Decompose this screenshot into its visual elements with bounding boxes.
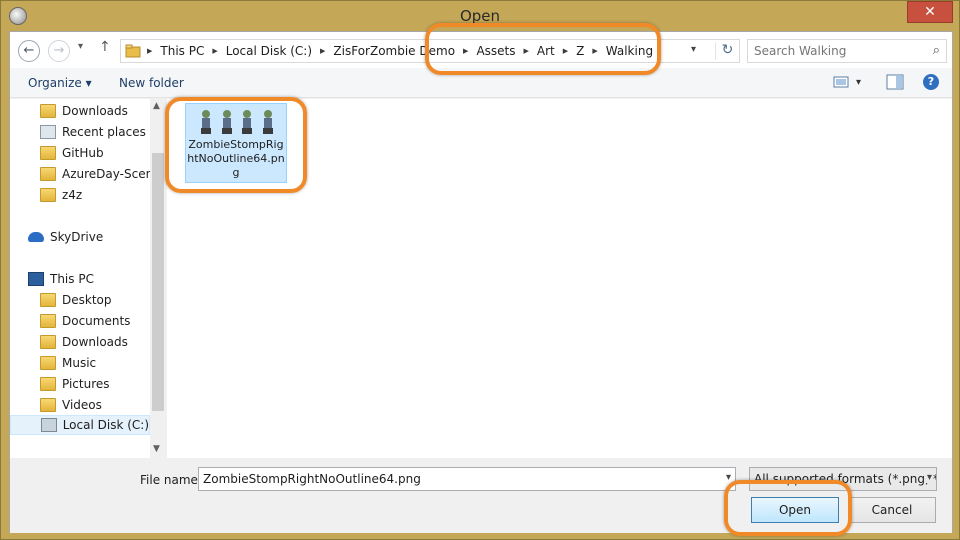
sidebar-item-downloads-pc[interactable]: Downloads bbox=[40, 332, 128, 352]
desktop-folder-icon bbox=[40, 293, 56, 307]
videos-folder-icon bbox=[40, 398, 56, 412]
sidebar-item-label: Recent places bbox=[62, 125, 146, 139]
chevron-right-icon[interactable]: ▶ bbox=[210, 47, 219, 55]
sidebar-item-z4z[interactable]: z4z bbox=[40, 185, 82, 205]
sidebar-item-label: GitHub bbox=[62, 146, 104, 160]
sidebar-item-local-disk[interactable]: Local Disk (C:) bbox=[10, 415, 150, 435]
sidebar-item-videos[interactable]: Videos bbox=[40, 395, 102, 415]
file-name-combobox[interactable]: ▾ bbox=[198, 467, 736, 491]
chevron-right-icon[interactable]: ▶ bbox=[318, 47, 327, 55]
file-name-label: File name: bbox=[140, 473, 202, 487]
open-button-highlight bbox=[724, 480, 852, 536]
folder-icon bbox=[40, 188, 56, 202]
chevron-down-icon[interactable]: ▾ bbox=[924, 472, 932, 483]
sidebar-item-label: Videos bbox=[62, 398, 102, 412]
sidebar-item-pictures[interactable]: Pictures bbox=[40, 374, 110, 394]
sidebar-item-desktop[interactable]: Desktop bbox=[40, 290, 112, 310]
refresh-button[interactable]: ↻ bbox=[715, 42, 739, 60]
skydrive-icon bbox=[28, 232, 44, 242]
sidebar-item-downloads[interactable]: Downloads bbox=[40, 101, 128, 121]
change-view-icon[interactable] bbox=[833, 74, 851, 90]
view-options-dropdown[interactable]: ▾ bbox=[856, 77, 861, 88]
preview-pane-icon[interactable] bbox=[886, 74, 904, 90]
chevron-right-icon[interactable]: ▶ bbox=[145, 47, 154, 55]
folder-icon bbox=[125, 44, 141, 58]
sidebar-item-github[interactable]: GitHub bbox=[40, 143, 104, 163]
sidebar-item-label: Pictures bbox=[62, 377, 110, 391]
recent-locations-dropdown[interactable]: ▾ bbox=[78, 41, 83, 52]
download-folder-icon bbox=[40, 335, 56, 349]
scroll-thumb[interactable] bbox=[152, 153, 164, 411]
sidebar-item-label: This PC bbox=[50, 272, 94, 286]
sidebar-item-label: Downloads bbox=[62, 104, 128, 118]
sidebar-item-recent-places[interactable]: Recent places bbox=[40, 122, 146, 142]
sidebar-item-documents[interactable]: Documents bbox=[40, 311, 130, 331]
scroll-down-icon[interactable]: ▼ bbox=[153, 444, 160, 454]
back-button[interactable]: ← bbox=[18, 40, 40, 62]
folder-icon bbox=[40, 146, 56, 160]
file-name-input[interactable] bbox=[199, 468, 709, 490]
up-button[interactable]: ↑ bbox=[99, 39, 111, 55]
help-icon[interactable]: ? bbox=[923, 74, 939, 90]
documents-folder-icon bbox=[40, 314, 56, 328]
search-box[interactable]: ⌕ bbox=[747, 39, 947, 63]
sidebar-item-label: Documents bbox=[62, 314, 131, 328]
sidebar-item-music[interactable]: Music bbox=[40, 353, 96, 373]
scroll-up-icon[interactable]: ▲ bbox=[153, 101, 160, 111]
sidebar-item-azureday[interactable]: AzureDay-Scenar bbox=[40, 164, 165, 184]
music-folder-icon bbox=[40, 356, 56, 370]
close-button[interactable]: ✕ bbox=[907, 1, 953, 23]
cancel-button[interactable]: Cancel bbox=[848, 497, 936, 523]
search-input[interactable] bbox=[754, 40, 924, 62]
new-folder-button[interactable]: New folder bbox=[119, 76, 184, 90]
chevron-down-icon[interactable]: ▾ bbox=[726, 472, 731, 483]
pictures-folder-icon bbox=[40, 377, 56, 391]
file-highlight bbox=[165, 97, 307, 193]
folder-icon bbox=[40, 167, 56, 181]
sidebar-item-label: SkyDrive bbox=[50, 230, 104, 244]
sidebar-item-skydrive[interactable]: SkyDrive bbox=[28, 227, 103, 247]
sidebar-item-label: z4z bbox=[62, 188, 83, 202]
navigation-pane-scrollbar[interactable]: ▲ ▼ bbox=[150, 99, 166, 458]
address-highlight bbox=[425, 23, 661, 75]
address-history-dropdown[interactable]: ▾ bbox=[691, 44, 696, 55]
forward-button[interactable]: → bbox=[48, 40, 70, 62]
breadcrumb-local-disk[interactable]: Local Disk (C:) bbox=[220, 44, 318, 58]
navigation-pane: Downloads Recent places GitHub AzureDay-… bbox=[10, 99, 166, 458]
breadcrumb-this-pc[interactable]: This PC bbox=[154, 44, 210, 58]
recent-places-icon bbox=[40, 125, 56, 139]
computer-icon bbox=[28, 272, 44, 286]
sidebar-item-label: Downloads bbox=[62, 335, 128, 349]
sidebar-item-label: Local Disk (C:) bbox=[62, 418, 149, 432]
drive-icon bbox=[41, 418, 57, 432]
organize-button[interactable]: Organize ▾ bbox=[28, 76, 92, 90]
open-dialog: Open ✕ ← → ▾ ↑ ▶ This PC ▶ Local Disk (C… bbox=[0, 0, 960, 540]
sidebar-item-label: Desktop bbox=[62, 293, 112, 307]
sidebar-item-label: Music bbox=[62, 356, 97, 370]
search-icon[interactable]: ⌕ bbox=[933, 43, 940, 58]
dialog-client: ← → ▾ ↑ ▶ This PC ▶ Local Disk (C:) ▶ Zi… bbox=[9, 31, 953, 533]
download-folder-icon bbox=[40, 104, 56, 118]
sidebar-item-this-pc[interactable]: This PC bbox=[28, 269, 94, 289]
